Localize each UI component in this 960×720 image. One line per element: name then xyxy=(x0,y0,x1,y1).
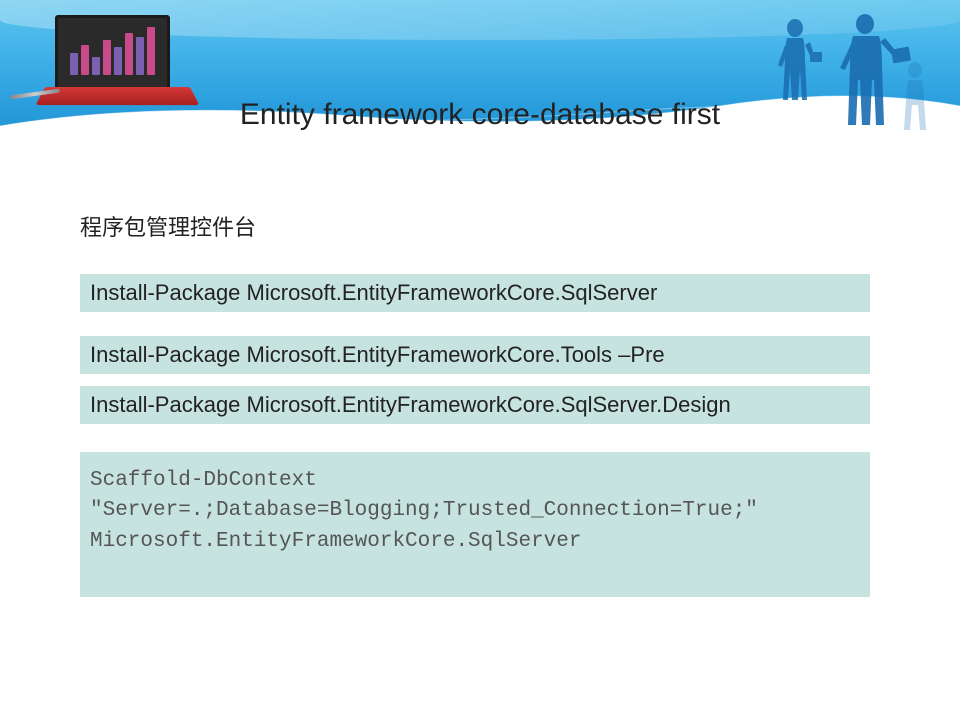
content-area: 程序包管理控件台 Install-Package Microsoft.Entit… xyxy=(80,210,870,597)
command-box-2: Install-Package Microsoft.EntityFramewor… xyxy=(80,336,870,374)
laptop-screen xyxy=(55,15,170,90)
command-box-1: Install-Package Microsoft.EntityFramewor… xyxy=(80,274,870,312)
command-box-3: Install-Package Microsoft.EntityFramewor… xyxy=(80,386,870,424)
scaffold-code-box: Scaffold-DbContext "Server=.;Database=Bl… xyxy=(80,452,870,597)
code-line-1: Scaffold-DbContext xyxy=(90,466,860,496)
section-subtitle: 程序包管理控件台 xyxy=(80,210,870,242)
code-line-3: Microsoft.EntityFrameworkCore.SqlServer xyxy=(90,527,860,557)
page-title: Entity framework core-database first xyxy=(0,98,960,132)
code-line-2: "Server=.;Database=Blogging;Trusted_Conn… xyxy=(90,496,860,526)
